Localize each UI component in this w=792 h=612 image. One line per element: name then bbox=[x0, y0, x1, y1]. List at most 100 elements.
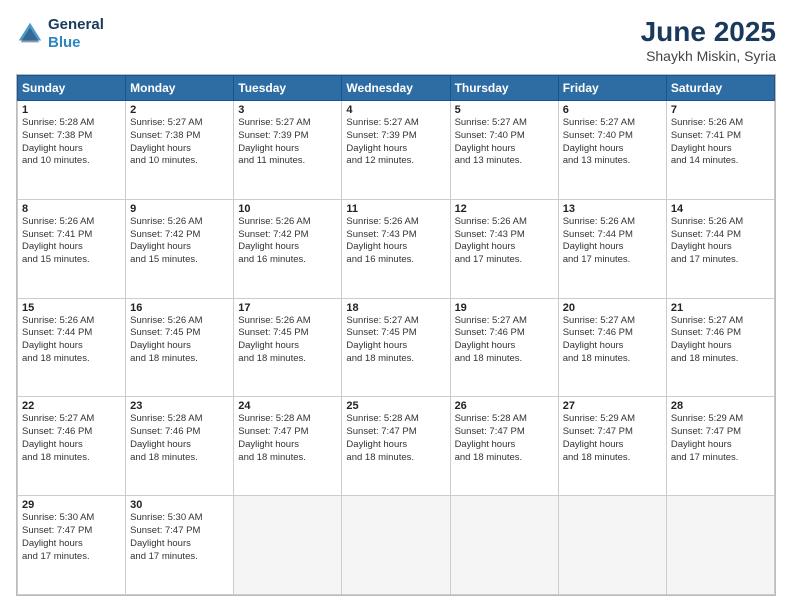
day-number: 18 bbox=[346, 302, 445, 314]
title-area: June 2025 Shaykh Miskin, Syria bbox=[641, 16, 776, 64]
calendar-cell: 29 Sunrise: 5:30 AM Sunset: 7:47 PM Dayl… bbox=[18, 496, 126, 595]
day-info: Sunrise: 5:26 AM Sunset: 7:42 PM Dayligh… bbox=[238, 216, 337, 267]
col-saturday: Saturday bbox=[666, 76, 774, 101]
col-friday: Friday bbox=[558, 76, 666, 101]
calendar-cell: 12 Sunrise: 5:26 AM Sunset: 7:43 PM Dayl… bbox=[450, 199, 558, 298]
page: General Blue June 2025 Shaykh Miskin, Sy… bbox=[0, 0, 792, 612]
day-info: Sunrise: 5:26 AM Sunset: 7:42 PM Dayligh… bbox=[130, 216, 229, 267]
logo-icon bbox=[16, 20, 44, 48]
day-number: 23 bbox=[130, 400, 229, 412]
col-tuesday: Tuesday bbox=[234, 76, 342, 101]
day-number: 22 bbox=[22, 400, 121, 412]
day-info: Sunrise: 5:27 AM Sunset: 7:40 PM Dayligh… bbox=[455, 117, 554, 168]
calendar-cell bbox=[234, 496, 342, 595]
calendar-cell: 20 Sunrise: 5:27 AM Sunset: 7:46 PM Dayl… bbox=[558, 298, 666, 397]
day-info: Sunrise: 5:27 AM Sunset: 7:39 PM Dayligh… bbox=[346, 117, 445, 168]
calendar-cell: 2 Sunrise: 5:27 AM Sunset: 7:38 PM Dayli… bbox=[126, 101, 234, 200]
day-number: 20 bbox=[563, 302, 662, 314]
calendar-table: Sunday Monday Tuesday Wednesday Thursday… bbox=[17, 75, 775, 595]
day-info: Sunrise: 5:30 AM Sunset: 7:47 PM Dayligh… bbox=[130, 512, 229, 563]
calendar-cell: 21 Sunrise: 5:27 AM Sunset: 7:46 PM Dayl… bbox=[666, 298, 774, 397]
col-thursday: Thursday bbox=[450, 76, 558, 101]
day-info: Sunrise: 5:27 AM Sunset: 7:46 PM Dayligh… bbox=[671, 315, 770, 366]
day-number: 21 bbox=[671, 302, 770, 314]
day-info: Sunrise: 5:28 AM Sunset: 7:47 PM Dayligh… bbox=[346, 413, 445, 464]
calendar-cell: 23 Sunrise: 5:28 AM Sunset: 7:46 PM Dayl… bbox=[126, 397, 234, 496]
day-info: Sunrise: 5:27 AM Sunset: 7:45 PM Dayligh… bbox=[346, 315, 445, 366]
day-number: 12 bbox=[455, 203, 554, 215]
day-number: 13 bbox=[563, 203, 662, 215]
location-title: Shaykh Miskin, Syria bbox=[641, 48, 776, 64]
day-info: Sunrise: 5:26 AM Sunset: 7:45 PM Dayligh… bbox=[130, 315, 229, 366]
day-number: 27 bbox=[563, 400, 662, 412]
calendar-week-5: 29 Sunrise: 5:30 AM Sunset: 7:47 PM Dayl… bbox=[18, 496, 775, 595]
day-number: 24 bbox=[238, 400, 337, 412]
calendar-cell: 5 Sunrise: 5:27 AM Sunset: 7:40 PM Dayli… bbox=[450, 101, 558, 200]
day-number: 6 bbox=[563, 104, 662, 116]
col-wednesday: Wednesday bbox=[342, 76, 450, 101]
calendar-cell: 7 Sunrise: 5:26 AM Sunset: 7:41 PM Dayli… bbox=[666, 101, 774, 200]
calendar-cell: 15 Sunrise: 5:26 AM Sunset: 7:44 PM Dayl… bbox=[18, 298, 126, 397]
calendar-cell: 30 Sunrise: 5:30 AM Sunset: 7:47 PM Dayl… bbox=[126, 496, 234, 595]
calendar-cell: 13 Sunrise: 5:26 AM Sunset: 7:44 PM Dayl… bbox=[558, 199, 666, 298]
calendar-week-2: 8 Sunrise: 5:26 AM Sunset: 7:41 PM Dayli… bbox=[18, 199, 775, 298]
calendar-cell: 22 Sunrise: 5:27 AM Sunset: 7:46 PM Dayl… bbox=[18, 397, 126, 496]
calendar-header: Sunday Monday Tuesday Wednesday Thursday… bbox=[18, 76, 775, 101]
logo: General Blue bbox=[16, 16, 104, 52]
day-info: Sunrise: 5:26 AM Sunset: 7:43 PM Dayligh… bbox=[346, 216, 445, 267]
calendar-cell: 17 Sunrise: 5:26 AM Sunset: 7:45 PM Dayl… bbox=[234, 298, 342, 397]
calendar-week-1: 1 Sunrise: 5:28 AM Sunset: 7:38 PM Dayli… bbox=[18, 101, 775, 200]
day-info: Sunrise: 5:26 AM Sunset: 7:41 PM Dayligh… bbox=[671, 117, 770, 168]
day-number: 2 bbox=[130, 104, 229, 116]
calendar-cell: 18 Sunrise: 5:27 AM Sunset: 7:45 PM Dayl… bbox=[342, 298, 450, 397]
header-row: Sunday Monday Tuesday Wednesday Thursday… bbox=[18, 76, 775, 101]
day-number: 14 bbox=[671, 203, 770, 215]
day-number: 5 bbox=[455, 104, 554, 116]
calendar-cell: 11 Sunrise: 5:26 AM Sunset: 7:43 PM Dayl… bbox=[342, 199, 450, 298]
day-info: Sunrise: 5:26 AM Sunset: 7:44 PM Dayligh… bbox=[671, 216, 770, 267]
day-info: Sunrise: 5:27 AM Sunset: 7:46 PM Dayligh… bbox=[563, 315, 662, 366]
calendar-cell: 9 Sunrise: 5:26 AM Sunset: 7:42 PM Dayli… bbox=[126, 199, 234, 298]
calendar-cell: 6 Sunrise: 5:27 AM Sunset: 7:40 PM Dayli… bbox=[558, 101, 666, 200]
day-number: 26 bbox=[455, 400, 554, 412]
day-number: 3 bbox=[238, 104, 337, 116]
col-sunday: Sunday bbox=[18, 76, 126, 101]
calendar-cell bbox=[450, 496, 558, 595]
day-info: Sunrise: 5:29 AM Sunset: 7:47 PM Dayligh… bbox=[671, 413, 770, 464]
calendar-cell: 1 Sunrise: 5:28 AM Sunset: 7:38 PM Dayli… bbox=[18, 101, 126, 200]
day-info: Sunrise: 5:27 AM Sunset: 7:39 PM Dayligh… bbox=[238, 117, 337, 168]
day-info: Sunrise: 5:26 AM Sunset: 7:44 PM Dayligh… bbox=[22, 315, 121, 366]
day-info: Sunrise: 5:26 AM Sunset: 7:41 PM Dayligh… bbox=[22, 216, 121, 267]
day-info: Sunrise: 5:27 AM Sunset: 7:46 PM Dayligh… bbox=[455, 315, 554, 366]
day-info: Sunrise: 5:28 AM Sunset: 7:47 PM Dayligh… bbox=[455, 413, 554, 464]
calendar-cell: 14 Sunrise: 5:26 AM Sunset: 7:44 PM Dayl… bbox=[666, 199, 774, 298]
day-info: Sunrise: 5:28 AM Sunset: 7:38 PM Dayligh… bbox=[22, 117, 121, 168]
day-number: 16 bbox=[130, 302, 229, 314]
day-number: 25 bbox=[346, 400, 445, 412]
day-info: Sunrise: 5:27 AM Sunset: 7:38 PM Dayligh… bbox=[130, 117, 229, 168]
calendar: Sunday Monday Tuesday Wednesday Thursday… bbox=[16, 74, 776, 596]
col-monday: Monday bbox=[126, 76, 234, 101]
day-number: 9 bbox=[130, 203, 229, 215]
day-info: Sunrise: 5:26 AM Sunset: 7:45 PM Dayligh… bbox=[238, 315, 337, 366]
calendar-cell: 27 Sunrise: 5:29 AM Sunset: 7:47 PM Dayl… bbox=[558, 397, 666, 496]
month-title: June 2025 bbox=[641, 16, 776, 48]
day-info: Sunrise: 5:28 AM Sunset: 7:47 PM Dayligh… bbox=[238, 413, 337, 464]
day-number: 17 bbox=[238, 302, 337, 314]
day-info: Sunrise: 5:30 AM Sunset: 7:47 PM Dayligh… bbox=[22, 512, 121, 563]
calendar-week-4: 22 Sunrise: 5:27 AM Sunset: 7:46 PM Dayl… bbox=[18, 397, 775, 496]
day-number: 28 bbox=[671, 400, 770, 412]
calendar-cell: 19 Sunrise: 5:27 AM Sunset: 7:46 PM Dayl… bbox=[450, 298, 558, 397]
calendar-cell: 10 Sunrise: 5:26 AM Sunset: 7:42 PM Dayl… bbox=[234, 199, 342, 298]
calendar-week-3: 15 Sunrise: 5:26 AM Sunset: 7:44 PM Dayl… bbox=[18, 298, 775, 397]
calendar-cell bbox=[342, 496, 450, 595]
calendar-cell bbox=[666, 496, 774, 595]
day-number: 7 bbox=[671, 104, 770, 116]
day-number: 8 bbox=[22, 203, 121, 215]
calendar-cell: 25 Sunrise: 5:28 AM Sunset: 7:47 PM Dayl… bbox=[342, 397, 450, 496]
day-number: 1 bbox=[22, 104, 121, 116]
day-info: Sunrise: 5:27 AM Sunset: 7:46 PM Dayligh… bbox=[22, 413, 121, 464]
calendar-cell: 16 Sunrise: 5:26 AM Sunset: 7:45 PM Dayl… bbox=[126, 298, 234, 397]
calendar-cell: 28 Sunrise: 5:29 AM Sunset: 7:47 PM Dayl… bbox=[666, 397, 774, 496]
calendar-body: 1 Sunrise: 5:28 AM Sunset: 7:38 PM Dayli… bbox=[18, 101, 775, 595]
